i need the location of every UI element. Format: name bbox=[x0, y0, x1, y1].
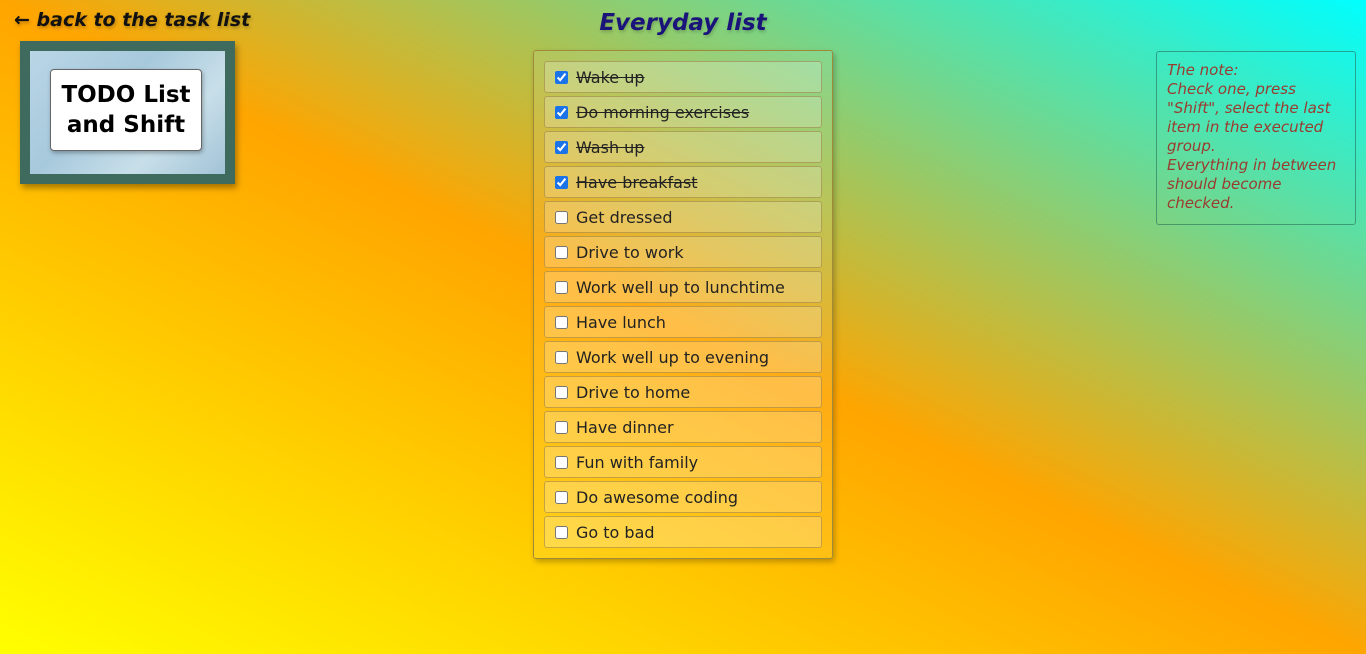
task-checkbox[interactable] bbox=[555, 140, 568, 154]
task-checkbox[interactable] bbox=[555, 105, 568, 119]
task-label: Have lunch bbox=[576, 312, 666, 332]
task-item[interactable]: Drive to home bbox=[544, 376, 822, 408]
page-title: Everyday list bbox=[599, 10, 767, 36]
task-item[interactable]: Drive to work bbox=[544, 236, 822, 268]
task-item[interactable]: Wake up bbox=[544, 61, 822, 93]
task-checkbox[interactable] bbox=[555, 490, 568, 504]
task-label: Drive to work bbox=[576, 242, 684, 262]
task-item[interactable]: Have dinner bbox=[544, 411, 822, 443]
task-label: Have breakfast bbox=[576, 172, 698, 192]
note-box: The note: Check one, press "Shift", sele… bbox=[1156, 51, 1356, 225]
task-item[interactable]: Get dressed bbox=[544, 201, 822, 233]
task-item[interactable]: Have breakfast bbox=[544, 166, 822, 198]
task-item[interactable]: Work well up to lunchtime bbox=[544, 271, 822, 303]
task-label: Fun with family bbox=[576, 452, 699, 472]
task-checkbox[interactable] bbox=[555, 280, 568, 294]
task-label: Do awesome coding bbox=[576, 487, 739, 507]
task-checkbox[interactable] bbox=[555, 245, 568, 259]
task-checkbox[interactable] bbox=[555, 350, 568, 364]
back-to-task-list-link[interactable]: ← back to the task list bbox=[14, 9, 250, 31]
task-item[interactable]: Have lunch bbox=[544, 306, 822, 338]
task-item[interactable]: Do morning exercises bbox=[544, 96, 822, 128]
note-text: Check one, press "Shift", select the las… bbox=[1167, 80, 1331, 155]
task-label: Wash up bbox=[576, 137, 645, 157]
logo-line-2: and Shift bbox=[66, 112, 186, 138]
task-checkbox[interactable] bbox=[555, 525, 568, 539]
task-item[interactable]: Work well up to evening bbox=[544, 341, 822, 373]
task-list: Wake up Do morning exercises Wash up Hav… bbox=[533, 50, 833, 559]
task-checkbox[interactable] bbox=[555, 315, 568, 329]
task-label: Work well up to evening bbox=[576, 347, 770, 367]
task-label: Get dressed bbox=[576, 207, 673, 227]
task-item[interactable]: Wash up bbox=[544, 131, 822, 163]
task-label: Do morning exercises bbox=[576, 102, 750, 122]
note-text-2: Everything in between should become chec… bbox=[1167, 156, 1337, 212]
task-label: Wake up bbox=[576, 67, 645, 87]
task-item[interactable]: Do awesome coding bbox=[544, 481, 822, 513]
logo: TODO List and Shift bbox=[50, 69, 202, 151]
task-item[interactable]: Go to bad bbox=[544, 516, 822, 548]
logo-frame: TODO List and Shift bbox=[20, 41, 235, 184]
task-checkbox[interactable] bbox=[555, 70, 568, 84]
task-checkbox[interactable] bbox=[555, 455, 568, 469]
task-label: Have dinner bbox=[576, 417, 674, 437]
logo-line-1: TODO List bbox=[61, 82, 191, 108]
task-checkbox[interactable] bbox=[555, 210, 568, 224]
logo-background: TODO List and Shift bbox=[30, 51, 225, 174]
task-checkbox[interactable] bbox=[555, 385, 568, 399]
task-label: Drive to home bbox=[576, 382, 691, 402]
task-item[interactable]: Fun with family bbox=[544, 446, 822, 478]
task-label: Work well up to lunchtime bbox=[576, 277, 785, 297]
task-label: Go to bad bbox=[576, 522, 655, 542]
note-heading: The note: bbox=[1167, 61, 1239, 79]
task-checkbox[interactable] bbox=[555, 420, 568, 434]
task-checkbox[interactable] bbox=[555, 175, 568, 189]
